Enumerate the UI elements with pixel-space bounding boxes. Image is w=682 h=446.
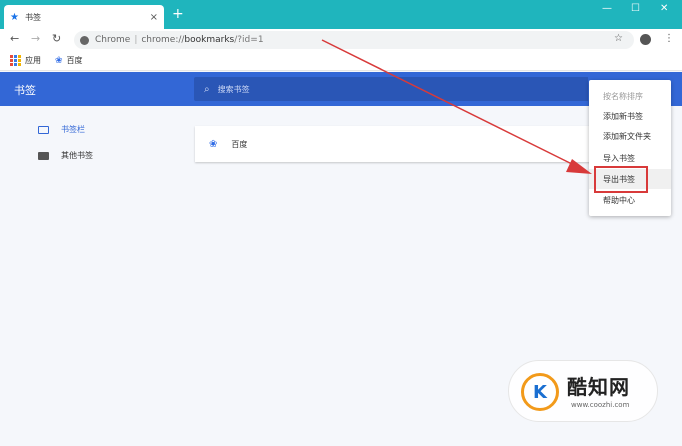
sidebar-item-other-bookmarks[interactable]: 其他书签 <box>38 150 93 161</box>
forward-button[interactable]: → <box>31 32 40 45</box>
list-item[interactable]: ❀ 百度 <box>195 126 595 162</box>
menu-item-help-center[interactable]: 帮助中心 <box>589 190 671 210</box>
url-separator: | <box>134 35 138 45</box>
watermark: K 酷知网 www.coozhi.com <box>508 360 658 422</box>
minimize-button[interactable]: — <box>602 3 612 14</box>
new-tab-button[interactable]: + <box>172 6 184 22</box>
address-bar[interactable]: Chrome | chrome:// bookmarks /?id=1 <box>74 31 634 49</box>
maximize-button[interactable]: ☐ <box>631 3 640 14</box>
folder-icon <box>38 125 49 134</box>
bookmarks-bar: 应用 ❀ 百度 <box>0 51 682 71</box>
watermark-name: 酷知网 <box>567 375 630 399</box>
tab-strip: ★ 书签 × + — ☐ ✕ <box>0 0 682 29</box>
url-host: Chrome <box>95 35 131 45</box>
menu-item-add-folder[interactable]: 添加新文件夹 <box>589 126 671 146</box>
apps-grid-icon <box>10 55 21 66</box>
url-query: /?id=1 <box>234 35 264 45</box>
tab-close-icon[interactable]: × <box>150 12 158 23</box>
back-button[interactable]: ← <box>10 32 19 45</box>
sidebar-item-label: 其他书签 <box>61 151 93 160</box>
sidebar: 书签栏 其他书签 <box>0 106 190 446</box>
page-title: 书签 <box>14 84 36 97</box>
baidu-paw-icon: ❀ <box>209 138 218 150</box>
baidu-paw-icon: ❀ <box>55 55 63 66</box>
site-info-icon[interactable] <box>80 35 89 45</box>
tab-title: 书签 <box>24 12 41 22</box>
search-icon: ⌕ <box>204 83 210 95</box>
menu-item-import-bookmarks[interactable]: 导入书签 <box>589 148 671 168</box>
highlight-box <box>594 166 648 193</box>
profile-icon[interactable] <box>640 34 651 45</box>
menu-item-add-bookmark[interactable]: 添加新书签 <box>589 106 671 126</box>
organize-menu: 按名称排序 添加新书签 添加新文件夹 导入书签 导出书签 帮助中心 <box>589 80 671 216</box>
toolbar: ← → ↻ Chrome | chrome:// bookmarks /?id=… <box>0 29 682 51</box>
menu-item-sort-by-name[interactable]: 按名称排序 <box>589 86 671 106</box>
bookmarks-bar-apps[interactable]: 应用 <box>10 55 41 66</box>
coozhi-logo-icon: K <box>521 373 559 411</box>
apps-label: 应用 <box>25 56 41 65</box>
bookmark-star-icon[interactable]: ☆ <box>614 33 623 44</box>
chrome-menu-icon[interactable]: ⋮ <box>664 33 674 44</box>
bookmarks-bar-item-label: 百度 <box>66 56 83 65</box>
tab-bookmarks[interactable]: ★ 书签 × <box>4 5 164 29</box>
bookmarks-header: 书签 ⌕ 搜索书签 <box>0 72 682 106</box>
close-window-button[interactable]: ✕ <box>660 3 668 14</box>
bookmarks-bar-item-baidu[interactable]: ❀ 百度 <box>55 55 83 66</box>
watermark-site: www.coozhi.com <box>571 401 630 409</box>
sidebar-item-bookmarks-bar[interactable]: 书签栏 <box>38 124 85 135</box>
search-input[interactable]: ⌕ 搜索书签 <box>194 77 588 101</box>
url-scheme: chrome:// <box>141 35 185 45</box>
search-placeholder: 搜索书签 <box>217 84 250 94</box>
url-path: bookmarks <box>184 35 235 45</box>
sidebar-item-label: 书签栏 <box>61 125 85 134</box>
list-item-label: 百度 <box>231 139 248 149</box>
reload-button[interactable]: ↻ <box>52 32 61 45</box>
star-icon: ★ <box>10 11 19 23</box>
folder-icon <box>38 151 49 160</box>
